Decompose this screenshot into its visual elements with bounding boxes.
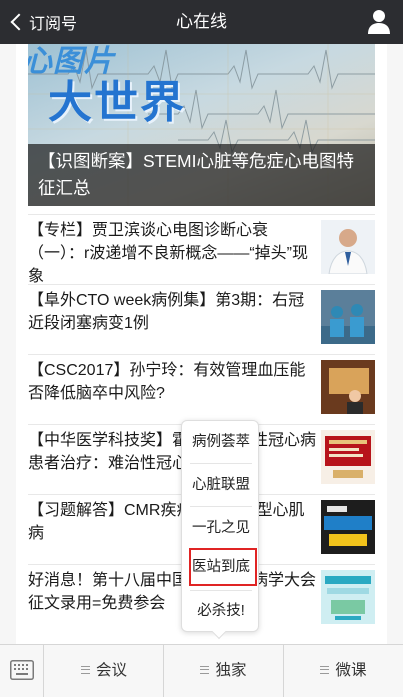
article-title: 【阜外CTO week病例集】第3期：右冠近段闭塞病变1例 bbox=[28, 292, 305, 332]
featured-article[interactable]: 心图片 大世界 【识图断案】STEMI心脏等危症心电图特征汇总 bbox=[28, 44, 375, 206]
article-thumbnail bbox=[321, 430, 375, 484]
submenu-item[interactable]: 一孔之见 bbox=[182, 507, 260, 549]
article-thumbnail bbox=[321, 500, 375, 554]
bottom-menu-bar: 会议 独家 微课 bbox=[0, 644, 403, 697]
list-item[interactable]: 【专栏】贾卫滨谈心电图诊断心衰（一）：r波递增不良新概念——“掉头”现象 bbox=[28, 214, 375, 285]
article-title: 【专栏】贾卫滨谈心电图诊断心衰（一）：r波递增不良新概念——“掉头”现象 bbox=[28, 222, 308, 285]
article-thumbnail bbox=[321, 360, 375, 414]
article-title: 好消息！第十八届中国介入心脏病学大会 征文录用=免费参会 bbox=[28, 572, 317, 612]
article-title: 【CSC2017】孙宁玲：有效管理血压能否降低脑卒中风险? bbox=[28, 362, 306, 402]
article-thumbnail bbox=[321, 220, 375, 274]
submenu-item[interactable]: 心脏联盟 bbox=[182, 464, 260, 506]
featured-article-title: 【识图断案】STEMI心脏等危症心电图特征汇总 bbox=[28, 144, 375, 206]
submenu-item[interactable]: 必杀技! bbox=[182, 590, 260, 632]
highlight-box bbox=[189, 548, 257, 586]
keyboard-icon bbox=[10, 660, 34, 680]
tab-microlessons[interactable]: 微课 bbox=[284, 645, 403, 697]
profile-button[interactable] bbox=[367, 9, 391, 35]
person-icon bbox=[368, 10, 390, 34]
hero-logo-bottom: 大世界 bbox=[48, 78, 186, 127]
tab-meetings[interactable]: 会议 bbox=[45, 645, 163, 697]
article-title: 【中华医学科技奖】霍勇：难治性冠心病患者治疗：难治性冠心病患者 bbox=[28, 432, 317, 472]
chevron-left-icon bbox=[10, 13, 28, 31]
article-thumbnail bbox=[321, 290, 375, 344]
submenu-popup: 病例荟萃 心脏联盟 一孔之见 医站到底 必杀技! bbox=[181, 420, 259, 632]
submenu-item[interactable]: 病例荟萃 bbox=[182, 421, 260, 463]
tab-label: 会议 bbox=[95, 662, 127, 679]
tab-label: 独家 bbox=[215, 662, 247, 679]
article-thumbnail bbox=[321, 570, 375, 624]
menu-icon bbox=[80, 665, 90, 674]
list-item[interactable]: 【阜外CTO week病例集】第3期：右冠近段闭塞病变1例 bbox=[28, 284, 375, 353]
article-title: 【习题解答】CMR疾病解答：典型心肌病 bbox=[28, 502, 305, 542]
back-label: 订阅号 bbox=[29, 16, 78, 33]
back-button[interactable]: 订阅号 bbox=[8, 0, 77, 44]
keyboard-toggle-button[interactable] bbox=[0, 645, 44, 697]
tab-label: 微课 bbox=[335, 662, 367, 679]
menu-icon bbox=[200, 665, 210, 674]
menu-icon bbox=[320, 665, 330, 674]
tab-exclusive[interactable]: 独家 bbox=[164, 645, 283, 697]
list-item[interactable]: 【CSC2017】孙宁玲：有效管理血压能否降低脑卒中风险? bbox=[28, 354, 375, 423]
top-nav-bar: 订阅号 心在线 bbox=[0, 0, 403, 44]
